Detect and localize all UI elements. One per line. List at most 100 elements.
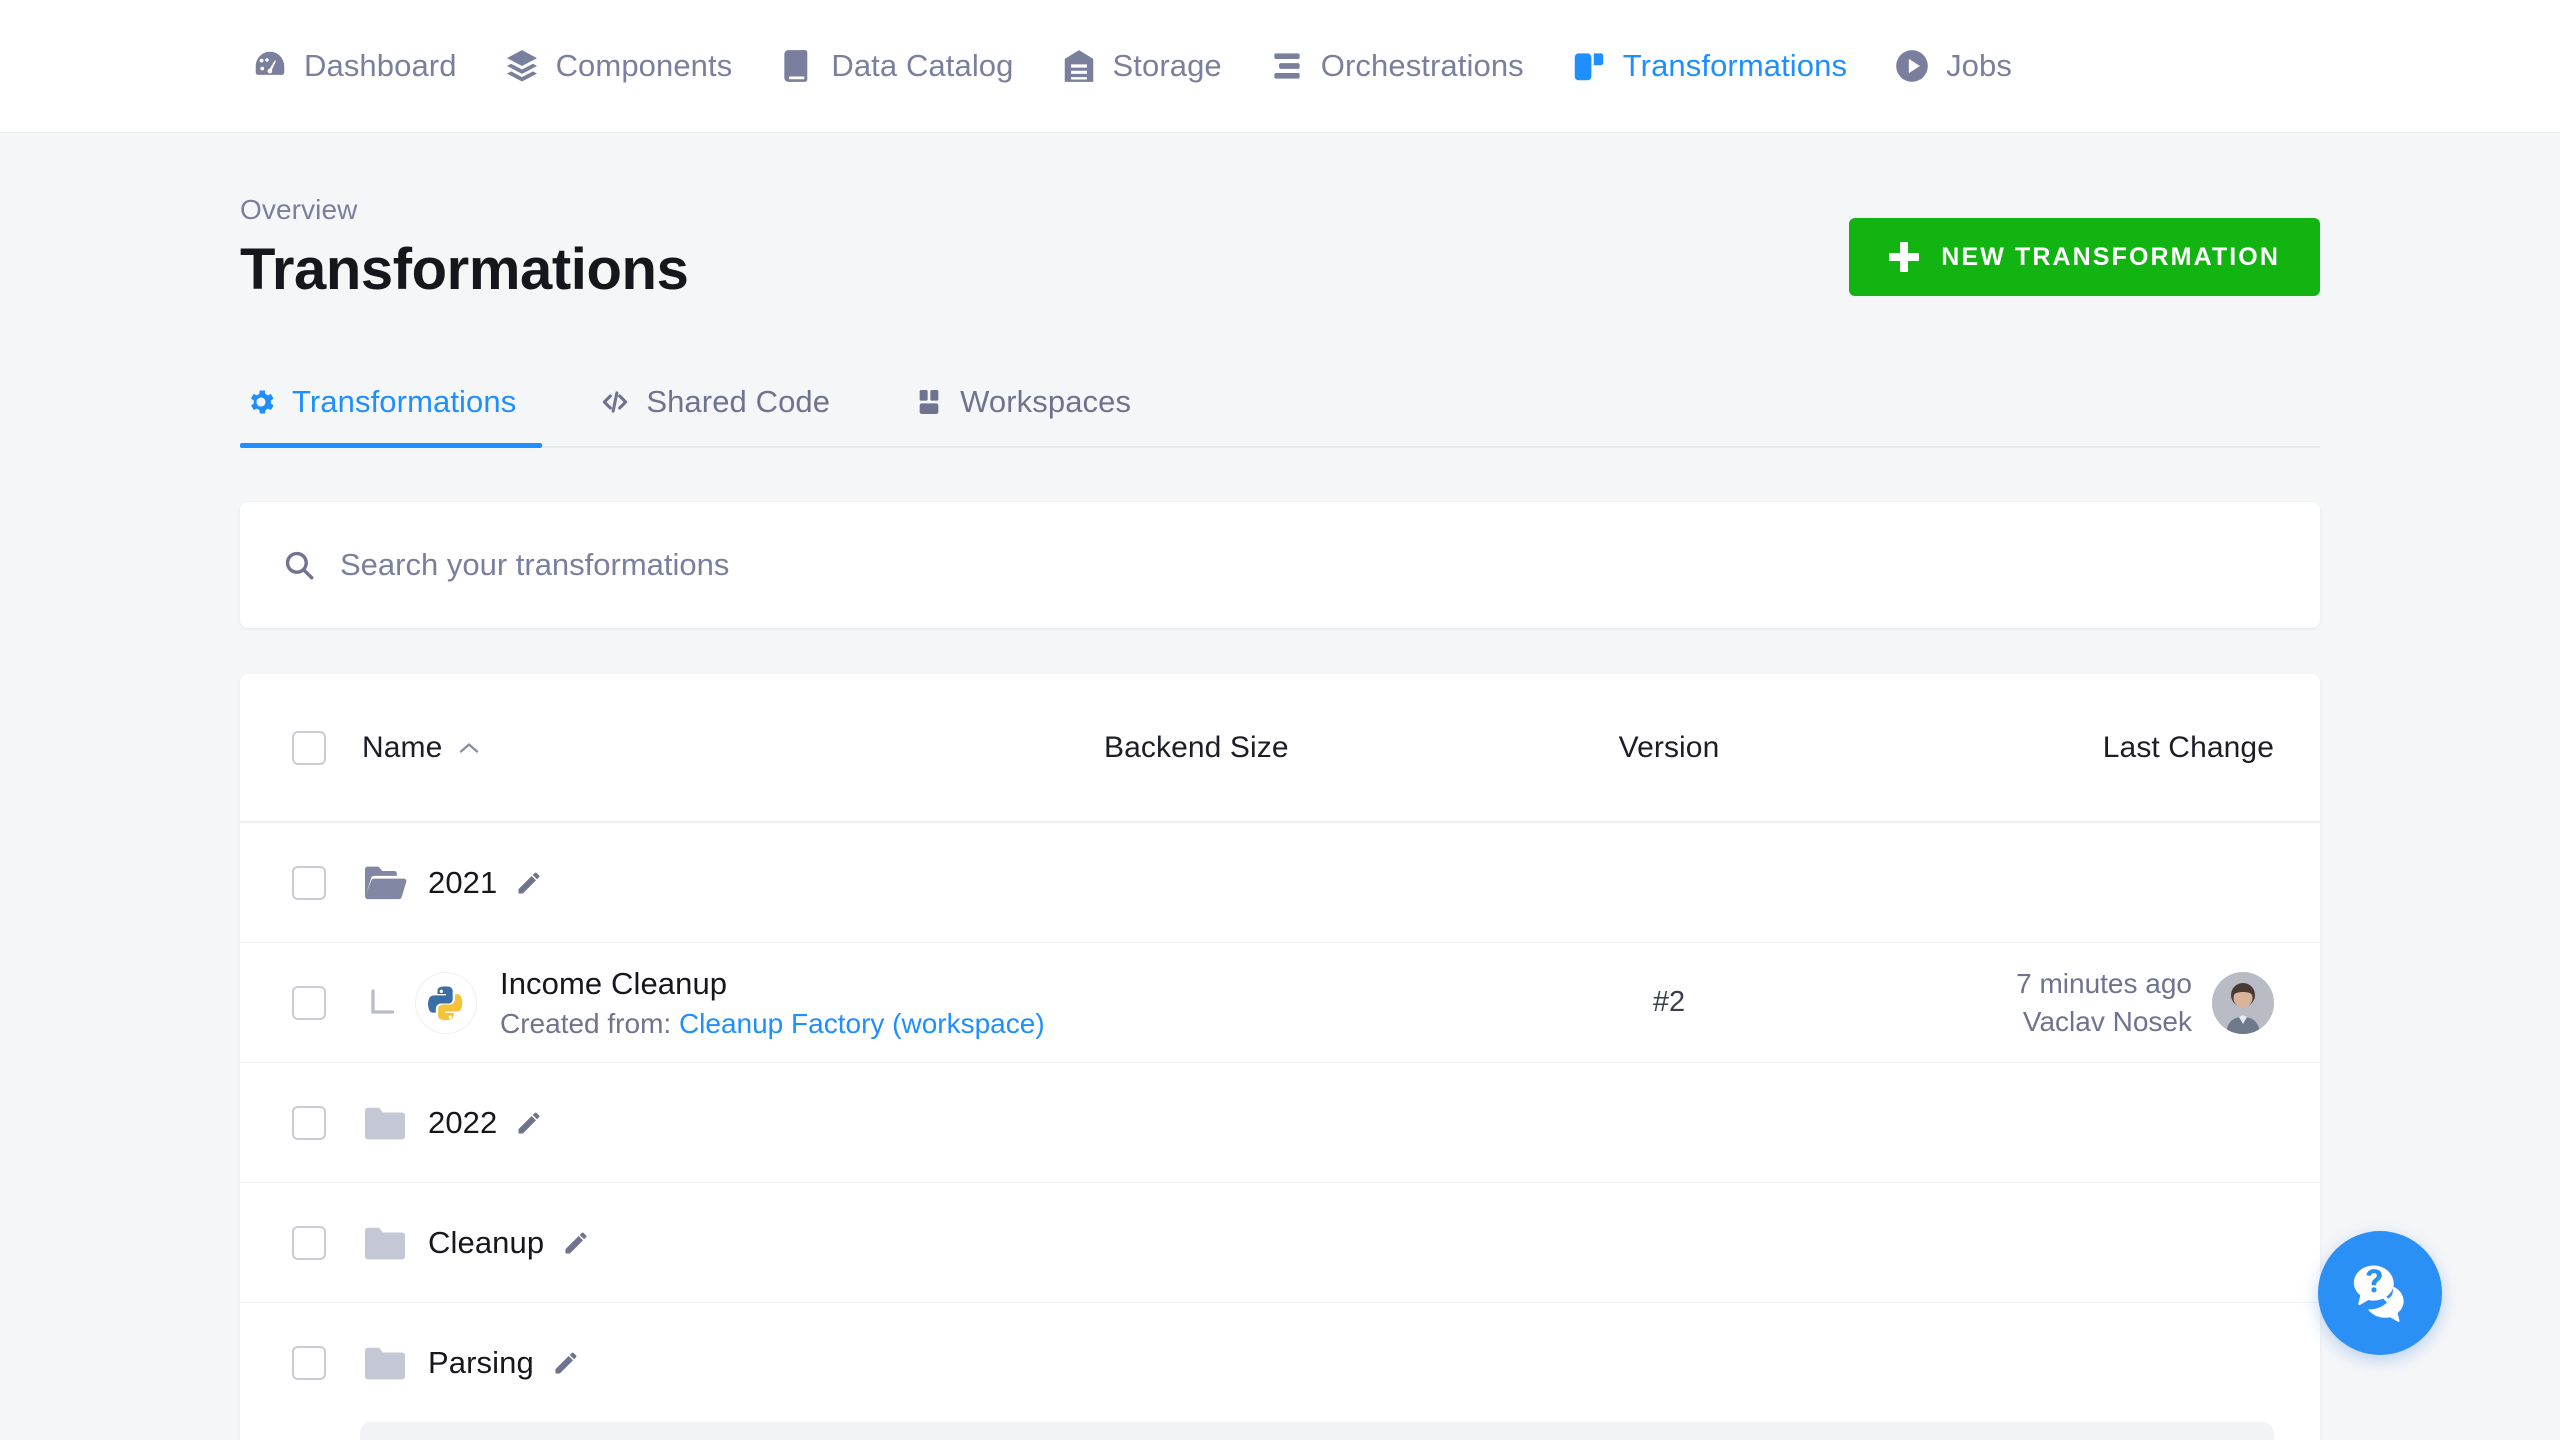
row-checkbox-cell <box>240 985 362 1020</box>
nav-label: Orchestrations <box>1320 48 1524 83</box>
last-change-time: 7 minutes ago <box>2016 967 2192 999</box>
edit-pencil-icon[interactable] <box>515 1109 543 1137</box>
search-icon <box>282 548 316 582</box>
help-button[interactable] <box>2318 1231 2442 1355</box>
row-name-cell: Income Cleanup Created from: Cleanup Fac… <box>362 966 1104 1040</box>
edit-pencil-icon[interactable] <box>562 1229 590 1257</box>
breadcrumb[interactable]: Overview <box>240 191 688 229</box>
header-name-cell[interactable]: Name <box>362 731 1104 765</box>
row-name-cell: Cleanup <box>362 1223 1104 1263</box>
nav-label: Transformations <box>1622 48 1848 83</box>
nav-label: Data Catalog <box>831 48 1014 83</box>
created-from-link[interactable]: Cleanup Factory (workspace) <box>679 1008 1045 1039</box>
table-row[interactable]: 2021 <box>240 822 2320 942</box>
tab-label: Workspaces <box>960 384 1132 420</box>
help-chat-icon <box>2353 1265 2404 1322</box>
warehouse-icon <box>1060 47 1098 85</box>
transformations-table: Name Backend Size Version Last Change 20… <box>240 674 2320 1440</box>
edit-pencil-icon[interactable] <box>515 869 543 897</box>
row-name-block: Income Cleanup Created from: Cleanup Fac… <box>500 966 1045 1040</box>
tab-transformations[interactable]: Transformations <box>240 384 543 449</box>
table-row[interactable]: 2022 <box>240 1062 2320 1182</box>
row-checkbox[interactable] <box>292 1345 326 1380</box>
row-checkbox-cell <box>240 865 362 900</box>
tab-bar: Transformations Shared Code Workspaces <box>240 360 2320 449</box>
nav-label: Dashboard <box>304 48 457 83</box>
search-bar[interactable] <box>240 502 2320 629</box>
sort-ascending-icon <box>460 743 479 753</box>
new-transformation-label: NEW TRANSFORMATION <box>1941 242 2280 271</box>
column-header-last-change[interactable]: Last Change <box>1814 731 2274 765</box>
folder-closed-icon <box>365 1227 405 1260</box>
nav-item-orchestrations[interactable]: Orchestrations <box>1245 0 1547 133</box>
row-checkbox[interactable] <box>292 1225 326 1260</box>
nav-item-jobs[interactable]: Jobs <box>1870 0 2035 133</box>
row-name-cell: 2021 <box>362 863 1104 903</box>
top-navigation: Dashboard Components Data Catalog Storag… <box>0 0 2560 133</box>
folder-open-icon <box>365 866 407 900</box>
tab-workspaces[interactable]: Workspaces <box>908 384 1157 446</box>
row-name[interactable]: Income Cleanup <box>500 966 1045 1002</box>
list-bars-icon <box>1268 47 1306 85</box>
plus-icon <box>1889 242 1920 272</box>
table-row[interactable]: Parsing <box>240 1302 2320 1422</box>
page-header-titles: Overview Transformations <box>240 191 689 304</box>
row-name-cell: Parsing <box>362 1343 1104 1383</box>
search-input[interactable] <box>340 547 2278 584</box>
row-name: 2022 <box>428 1104 498 1140</box>
last-change-block: 7 minutes ago Vaclav Nosek <box>2016 968 2192 1038</box>
nav-item-storage[interactable]: Storage <box>1037 0 1245 133</box>
row-version[interactable]: #2 <box>1524 986 1814 1019</box>
edit-pencil-icon[interactable] <box>552 1349 580 1377</box>
workspace-icon <box>912 385 946 419</box>
row-checkbox-cell <box>240 1105 362 1140</box>
column-header-name: Name <box>362 730 443 764</box>
nav-item-components[interactable]: Components <box>480 0 756 133</box>
avatar[interactable] <box>2212 971 2274 1034</box>
table-row[interactable]: Cleanup <box>240 1182 2320 1302</box>
created-from-label: Created from: <box>500 1007 672 1039</box>
row-last-change: 7 minutes ago Vaclav Nosek <box>1814 968 2274 1038</box>
column-header-version[interactable]: Version <box>1524 731 1814 765</box>
table-header-row: Name Backend Size Version Last Change <box>240 674 2320 823</box>
tab-label: Shared Code <box>646 384 831 420</box>
nav-item-transformations[interactable]: Transformations <box>1547 0 1870 133</box>
page-header: Overview Transformations NEW TRANSFORMAT… <box>240 133 2320 304</box>
page-content: Overview Transformations NEW TRANSFORMAT… <box>0 133 2560 1440</box>
folder-closed-icon <box>365 1107 405 1140</box>
row-name: 2021 <box>428 864 498 900</box>
tab-shared-code[interactable]: Shared Code <box>594 384 856 446</box>
gear-icon <box>244 385 278 419</box>
new-transformation-button[interactable]: NEW TRANSFORMATION <box>1849 218 2320 296</box>
nav-label: Jobs <box>1946 48 2012 83</box>
row-checkbox[interactable] <box>292 1105 326 1140</box>
select-all-checkbox[interactable] <box>292 730 326 765</box>
nav-item-data-catalog[interactable]: Data Catalog <box>755 0 1036 133</box>
row-name: Cleanup <box>428 1224 545 1260</box>
gauge-icon <box>251 47 289 85</box>
nav-label: Components <box>555 48 733 83</box>
last-change-user: Vaclav Nosek <box>2022 1005 2192 1037</box>
transformations-icon <box>1570 47 1608 85</box>
row-checkbox[interactable] <box>292 865 326 900</box>
folder-closed-icon <box>365 1347 405 1380</box>
row-name: Parsing <box>428 1344 534 1380</box>
header-checkbox-cell <box>240 730 362 765</box>
book-icon <box>778 47 816 85</box>
column-header-backend-size[interactable]: Backend Size <box>1104 731 1524 765</box>
row-checkbox-cell <box>240 1225 362 1260</box>
row-checkbox[interactable] <box>292 985 326 1020</box>
nav-item-dashboard[interactable]: Dashboard <box>228 0 480 133</box>
table-row[interactable]: Income Cleanup Created from: Cleanup Fac… <box>240 942 2320 1062</box>
row-name-cell: 2022 <box>362 1103 1104 1143</box>
tree-elbow-icon <box>371 989 395 1014</box>
table-row-partial[interactable] <box>360 1422 2274 1440</box>
play-circle-icon <box>1893 47 1931 85</box>
page-title: Transformations <box>240 236 689 302</box>
layers-icon <box>503 47 541 85</box>
python-icon <box>416 972 476 1033</box>
row-checkbox-cell <box>240 1345 362 1380</box>
code-icon <box>598 385 632 419</box>
row-created-from: Created from: Cleanup Factory (workspace… <box>500 1008 1045 1040</box>
tab-label: Transformations <box>292 384 517 420</box>
